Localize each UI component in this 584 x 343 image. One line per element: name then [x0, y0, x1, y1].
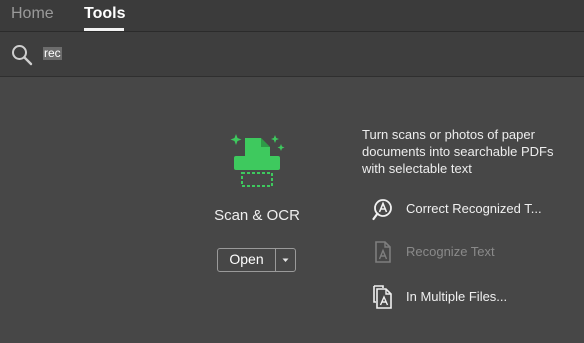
scan-ocr-icon	[230, 134, 285, 187]
tab-tools[interactable]: Tools	[84, 5, 125, 23]
action-label: In Multiple Files...	[406, 289, 508, 304]
search-icon[interactable]	[11, 44, 33, 66]
action-in-multiple-files[interactable]: In Multiple Files...	[372, 285, 584, 309]
action-recognize-text[interactable]: Recognize Text	[372, 240, 584, 264]
action-label: Recognize Text	[406, 244, 495, 259]
action-label: Correct Recognized T...	[406, 201, 542, 216]
correct-recognized-text-icon	[372, 199, 392, 221]
open-button-group: Open	[217, 248, 296, 272]
chevron-down-icon[interactable]	[276, 249, 295, 271]
recognize-text-icon	[375, 241, 391, 263]
active-tab-indicator	[84, 28, 124, 31]
tool-name: Scan & OCR	[214, 207, 300, 224]
multiple-files-icon	[373, 285, 392, 309]
tab-bar: Home Tools	[0, 0, 584, 32]
open-button[interactable]: Open	[218, 249, 275, 271]
search-input[interactable]: rec	[43, 47, 62, 60]
action-correct-recognized-text[interactable]: Correct Recognized T...	[372, 197, 584, 221]
tab-home[interactable]: Home	[11, 5, 54, 23]
tool-description: Turn scans or photos of paper documents …	[362, 127, 554, 176]
search-bar[interactable]: rec	[0, 32, 584, 77]
